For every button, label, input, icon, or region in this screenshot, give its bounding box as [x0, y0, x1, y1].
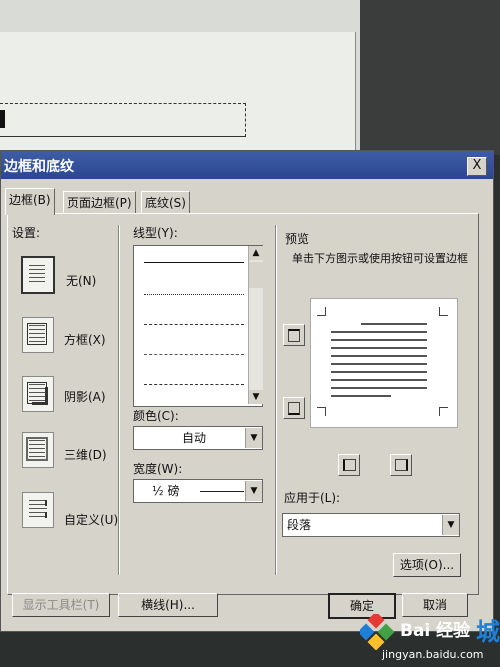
- close-button[interactable]: X: [467, 157, 487, 176]
- dialog-title: 边框和底纹: [4, 159, 74, 175]
- preview-line: [361, 323, 427, 325]
- divider-right: [275, 225, 276, 575]
- width-label: 宽度(W):: [133, 462, 183, 476]
- apply-to-select[interactable]: 段落 ▼: [282, 513, 460, 537]
- line-style-dotted[interactable]: [144, 294, 244, 295]
- setting-shadow-label[interactable]: 阴影(A): [64, 388, 106, 405]
- apply-to-label: 应用于(L):: [284, 491, 341, 505]
- setting-3d-icon[interactable]: [22, 432, 54, 468]
- preview-line: [331, 363, 427, 365]
- chevron-down-icon[interactable]: ▼: [245, 481, 262, 501]
- tab-borders[interactable]: 边框(B): [5, 188, 55, 215]
- setting-box-label[interactable]: 方框(X): [64, 331, 106, 348]
- border-right-icon: [395, 459, 408, 471]
- setting-3d-label[interactable]: 三维(D): [64, 446, 107, 463]
- setting-none-icon[interactable]: [21, 256, 55, 294]
- show-toolbar-button[interactable]: 显示工具栏(T): [12, 593, 110, 617]
- document-selection-box: [0, 103, 246, 137]
- preview-line: [331, 371, 427, 373]
- chevron-down-icon[interactable]: ▼: [442, 515, 459, 535]
- preview-line: [331, 379, 427, 381]
- corner-mark: [317, 307, 326, 316]
- watermark-suffix: 城: [476, 618, 500, 646]
- line-style-dash-dot[interactable]: [144, 384, 244, 385]
- color-label: 颜色(C):: [133, 409, 179, 423]
- line-style-long-dash[interactable]: [144, 354, 244, 355]
- width-select[interactable]: ½ 磅 ▼: [133, 479, 263, 503]
- preview-line: [331, 395, 391, 397]
- setting-custom-label[interactable]: 自定义(U): [64, 511, 118, 528]
- setting-box-icon[interactable]: [22, 317, 54, 353]
- document-side-area: [360, 0, 500, 155]
- color-value: 自动: [182, 431, 207, 445]
- corner-mark: [439, 407, 448, 416]
- bottom-border-button[interactable]: [283, 397, 305, 419]
- baidu-paw-logo: [360, 614, 395, 650]
- tab-page-border[interactable]: 页面边框(P): [63, 191, 136, 214]
- width-sample-line: [200, 491, 244, 492]
- corner-mark: [439, 307, 448, 316]
- preview-line: [331, 387, 427, 389]
- tab-shading[interactable]: 底纹(S): [141, 191, 190, 214]
- options-button[interactable]: 选项(O)...: [393, 553, 461, 577]
- divider-left: [118, 225, 119, 575]
- preview-line: [331, 347, 427, 349]
- scroll-down-icon[interactable]: ▼: [249, 390, 263, 404]
- corner-mark: [317, 407, 326, 416]
- line-style-scrollbar[interactable]: ▲ ▼: [248, 246, 263, 404]
- scroll-thumb[interactable]: [249, 262, 263, 288]
- color-select[interactable]: 自动 ▼: [133, 426, 263, 450]
- preview-line: [331, 355, 427, 357]
- close-icon: X: [472, 158, 482, 173]
- watermark-url: jingyan.baidu.com: [382, 648, 484, 661]
- settings-label: 设置:: [12, 226, 41, 240]
- dialog-titlebar[interactable]: 边框和底纹 X: [1, 151, 493, 179]
- setting-custom-icon[interactable]: [22, 492, 54, 528]
- preview-hint: 单击下方图示或使用按钮可设置边框: [292, 252, 468, 265]
- horizontal-line-button[interactable]: 横线(H)...: [118, 593, 218, 617]
- line-style-label: 线型(Y):: [133, 226, 178, 240]
- top-border-button[interactable]: [283, 324, 305, 346]
- scroll-up-icon[interactable]: ▲: [249, 246, 263, 260]
- line-style-solid[interactable]: [144, 262, 244, 263]
- preview-area[interactable]: [310, 298, 458, 428]
- apply-to-value: 段落: [287, 518, 312, 532]
- baidu-jingyan-watermark: Bai 经验 jingyan.baidu.com 城: [360, 612, 500, 667]
- preview-label: 预览: [285, 232, 310, 246]
- line-style-dashed[interactable]: [144, 324, 244, 325]
- width-value: ½ 磅: [152, 484, 180, 498]
- border-top-icon: [288, 329, 300, 342]
- border-bottom-icon: [288, 402, 300, 415]
- chevron-down-icon[interactable]: ▼: [245, 428, 262, 448]
- preview-line: [331, 339, 427, 341]
- document-cursor: [0, 110, 5, 128]
- left-border-button[interactable]: [338, 454, 360, 476]
- setting-shadow-icon[interactable]: [22, 376, 54, 412]
- line-style-list[interactable]: [133, 245, 263, 407]
- watermark-brand: Bai 经验: [400, 621, 471, 641]
- setting-none-label[interactable]: 无(N): [66, 272, 96, 289]
- right-border-button[interactable]: [390, 454, 412, 476]
- preview-line: [331, 331, 427, 333]
- border-left-icon: [343, 459, 356, 471]
